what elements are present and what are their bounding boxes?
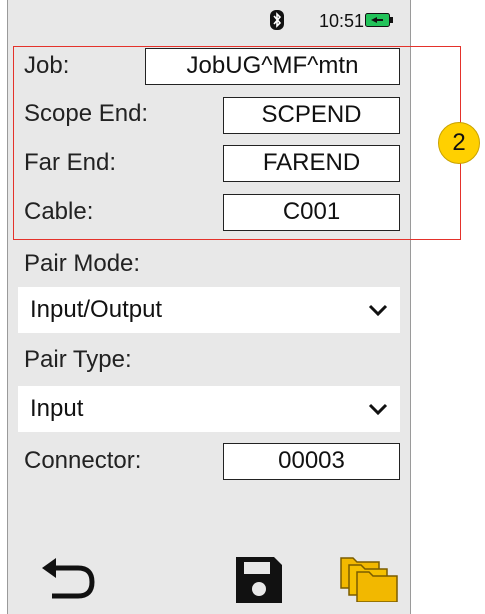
connector-field[interactable]: 00003 (223, 443, 400, 480)
pair-mode-value: Input/Output (30, 296, 163, 323)
status-bar: 10:51 (8, 0, 410, 40)
save-icon[interactable] (236, 557, 282, 603)
pair-type-dropdown[interactable]: Input (18, 386, 400, 432)
pair-type-label: Pair Type: (24, 346, 132, 373)
chevron-down-icon (368, 403, 388, 416)
clock-time: 10:51 (319, 11, 365, 31)
chevron-down-icon (368, 304, 388, 317)
bluetooth-icon (270, 10, 284, 30)
highlight-rectangle (13, 46, 461, 240)
battery-charging-icon (365, 13, 393, 27)
back-arrow-icon[interactable] (38, 558, 98, 602)
connector-label: Connector: (24, 447, 142, 474)
folders-icon[interactable] (339, 556, 399, 602)
pair-mode-dropdown[interactable]: Input/Output (18, 287, 400, 333)
callout-badge: 2 (438, 122, 480, 164)
pair-type-value: Input (30, 395, 84, 422)
pair-mode-label: Pair Mode: (24, 250, 141, 277)
